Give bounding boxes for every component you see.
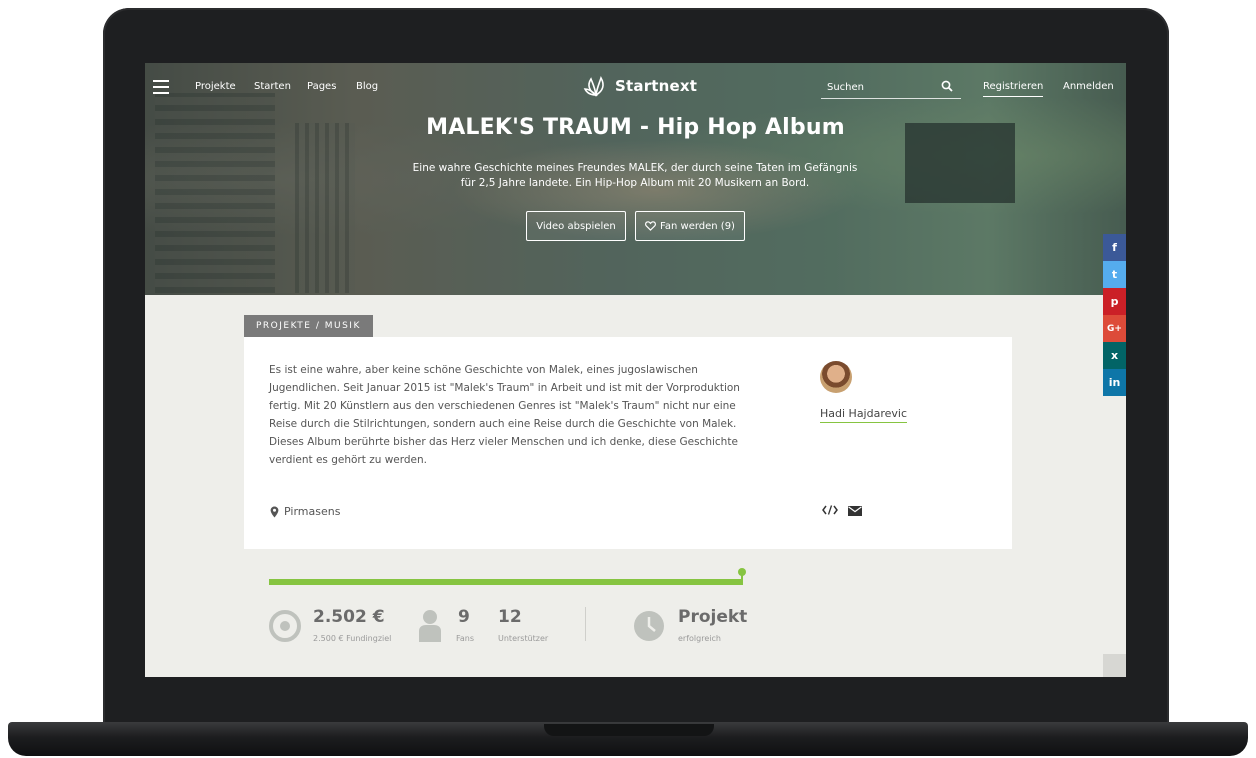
subtitle-line: für 2,5 Jahre landete. Ein Hip-Hop Album… bbox=[460, 177, 810, 189]
leaf-logo-icon bbox=[583, 76, 604, 97]
category-badge[interactable]: PROJEKTE / MUSIK bbox=[244, 315, 373, 337]
stats-divider bbox=[585, 607, 586, 641]
social-share-bar: f t p G+ x in bbox=[1103, 234, 1126, 396]
location-text: Pirmasens bbox=[284, 505, 341, 518]
project-title: MALEK'S TRAUM - Hip Hop Album bbox=[426, 115, 845, 140]
browser-screen: Projekte Starten Pages Blog Startnext Su… bbox=[145, 63, 1126, 677]
fans-count: 9 bbox=[458, 607, 470, 627]
nav-link-starten[interactable]: Starten bbox=[254, 81, 291, 92]
funding-stats: 2.502 € 2.500 € Fundingziel 9 Fans 12 Un… bbox=[244, 549, 1012, 667]
nav-link-blog[interactable]: Blog bbox=[356, 81, 378, 92]
author-name-link[interactable]: Hadi Hajdarevic bbox=[820, 407, 908, 423]
linkedin-icon[interactable]: in bbox=[1103, 369, 1126, 396]
play-video-button[interactable]: Video abspielen bbox=[526, 211, 626, 241]
register-link[interactable]: Registrieren bbox=[983, 81, 1044, 97]
fans-label: Fans bbox=[456, 634, 475, 643]
author-avatar[interactable] bbox=[820, 361, 852, 393]
project-status: Projekt bbox=[678, 607, 748, 627]
heart-icon bbox=[645, 221, 656, 231]
become-fan-button[interactable]: Fan werden (9) bbox=[635, 211, 745, 241]
funding-goal-label: 2.500 € Fundingziel bbox=[313, 634, 392, 643]
nav-link-pages[interactable]: Pages bbox=[307, 81, 336, 92]
facebook-icon[interactable]: f bbox=[1103, 234, 1126, 261]
hero-banner: Projekte Starten Pages Blog Startnext Su… bbox=[145, 63, 1126, 295]
supporters-count: 12 bbox=[498, 607, 522, 627]
user-icon bbox=[419, 610, 441, 642]
subtitle-line: Eine wahre Geschichte meines Freundes MA… bbox=[412, 162, 858, 174]
twitter-icon[interactable]: t bbox=[1103, 261, 1126, 288]
progress-marker-pin bbox=[741, 573, 743, 581]
funding-progress-fill bbox=[269, 579, 743, 585]
project-info-card: Es ist eine wahre, aber keine schöne Ges… bbox=[244, 337, 1012, 549]
login-link[interactable]: Anmelden bbox=[1063, 81, 1114, 92]
funded-amount: 2.502 € bbox=[313, 607, 385, 627]
funding-progress-bar bbox=[269, 579, 743, 585]
laptop-notch bbox=[544, 724, 714, 736]
supporters-label: Unterstützer bbox=[498, 634, 549, 643]
search-icon[interactable] bbox=[941, 80, 953, 92]
project-status-label: erfolgreich bbox=[678, 634, 721, 643]
nav-link-projekte[interactable]: Projekte bbox=[195, 81, 236, 92]
brand-name: Startnext bbox=[615, 77, 698, 95]
clock-icon bbox=[634, 611, 664, 641]
menu-icon[interactable] bbox=[153, 80, 169, 94]
map-pin-icon bbox=[270, 506, 279, 517]
xing-icon[interactable]: x bbox=[1103, 342, 1126, 369]
target-icon bbox=[269, 610, 301, 642]
become-fan-label: Fan werden (9) bbox=[660, 220, 735, 232]
scroll-up-button[interactable] bbox=[1103, 654, 1126, 677]
project-location[interactable]: Pirmasens bbox=[270, 505, 340, 518]
top-navigation: Projekte Starten Pages Blog Startnext Su… bbox=[145, 63, 1126, 111]
search-input[interactable] bbox=[827, 77, 937, 97]
google-plus-icon[interactable]: G+ bbox=[1103, 315, 1126, 342]
brand-logo[interactable]: Startnext bbox=[583, 75, 697, 97]
play-video-label: Video abspielen bbox=[536, 220, 616, 232]
project-description: Es ist eine wahre, aber keine schöne Ges… bbox=[269, 364, 740, 466]
pinterest-icon[interactable]: p bbox=[1103, 288, 1126, 315]
search-box bbox=[821, 77, 961, 99]
embed-code-icon[interactable] bbox=[822, 505, 838, 515]
mail-icon[interactable] bbox=[848, 506, 862, 516]
project-subtitle: Eine wahre Geschichte meines Freundes MA… bbox=[395, 161, 875, 191]
